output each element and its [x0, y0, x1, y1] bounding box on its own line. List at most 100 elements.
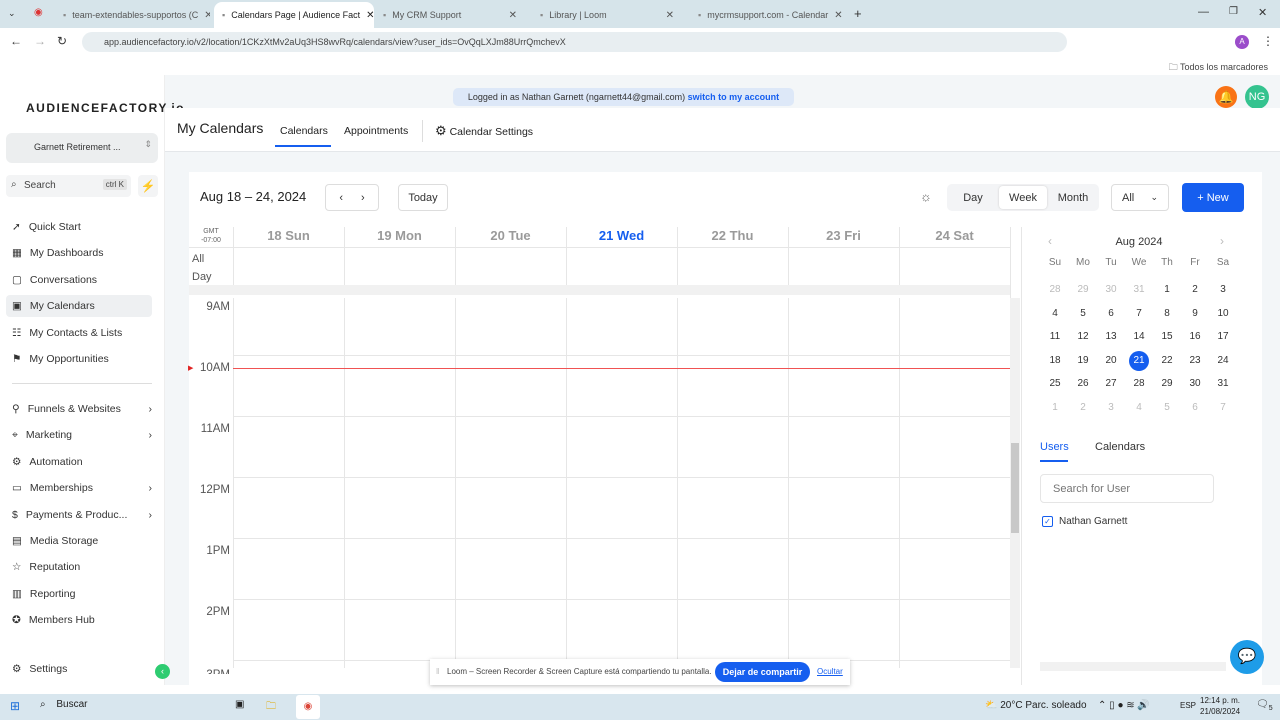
view-day[interactable]: Day — [947, 184, 999, 211]
mini-day[interactable]: 19 — [1071, 351, 1095, 371]
tab-appointments[interactable]: Appointments — [344, 125, 408, 137]
mini-day[interactable]: 30 — [1183, 374, 1207, 394]
new-button[interactable]: + New — [1182, 183, 1244, 212]
sidebar-item-media-storage[interactable]: ▤ Media Storage — [10, 530, 152, 552]
back-icon[interactable]: ← — [10, 34, 22, 48]
mini-day[interactable]: 31 — [1211, 374, 1235, 394]
theme-toggle-sun-icon[interactable]: ☼ — [920, 189, 932, 204]
maximize-button[interactable]: ❐ — [1229, 6, 1238, 17]
sidebar-item-reporting[interactable]: ▥ Reporting — [10, 583, 152, 605]
panel-tab-users[interactable]: Users — [1040, 441, 1069, 453]
tab-close-icon[interactable]: ✕ — [366, 10, 374, 21]
mini-day[interactable]: 30 — [1099, 280, 1123, 300]
mini-day[interactable]: 11 — [1043, 327, 1067, 347]
sidebar-item-reputation[interactable]: ☆ Reputation — [10, 556, 152, 578]
horizontal-scrollbar[interactable] — [189, 285, 1010, 295]
notifications-icon[interactable]: 🗨5 — [1256, 699, 1273, 712]
mini-day[interactable]: 3 — [1099, 398, 1123, 418]
mini-day[interactable]: 14 — [1127, 327, 1151, 347]
mini-day[interactable]: 27 — [1099, 374, 1123, 394]
weather-widget[interactable]: ⛅ 20°C Parc. soleado — [985, 700, 1087, 711]
mini-day[interactable]: 17 — [1211, 327, 1235, 347]
day-header[interactable]: 20 Tue — [455, 228, 566, 248]
day-header[interactable]: 23 Fri — [788, 228, 899, 248]
browser-tab[interactable]: ▪ Library | Loom ✕ — [532, 4, 682, 26]
mini-day[interactable]: 28 — [1127, 374, 1151, 394]
vertical-scrollbar[interactable] — [1010, 298, 1020, 668]
sidebar-item-my-calendars[interactable]: ▣ My Calendars — [6, 295, 152, 318]
mini-prev-button[interactable]: ‹ — [1048, 234, 1052, 248]
sidebar-item-my-opportunities[interactable]: ⚑ My Opportunities — [10, 348, 152, 370]
tab-calendar-settings[interactable]: ⚙ Calendar Settings — [435, 123, 533, 139]
mini-day[interactable]: 18 — [1043, 351, 1067, 371]
drag-handle-icon[interactable]: ‖ — [436, 667, 439, 676]
sidebar-item-my-contacts-lists[interactable]: ☷ My Contacts & Lists — [10, 322, 152, 344]
browser-tab[interactable]: ▪ Calendars Page | Audience Fact ✕ — [214, 2, 374, 28]
mini-day[interactable]: 20 — [1099, 351, 1123, 371]
mini-day[interactable]: 13 — [1099, 327, 1123, 347]
collapse-sidebar-button[interactable]: ‹ — [155, 664, 170, 679]
mini-day[interactable]: 29 — [1155, 374, 1179, 394]
tab-close-icon[interactable]: ✕ — [666, 10, 674, 21]
menu-icon[interactable]: ⋮ — [1262, 34, 1274, 48]
search-button[interactable]: ⌕ Search ctrl K — [6, 175, 131, 197]
record-icon[interactable]: ◉ — [34, 7, 43, 18]
mini-day[interactable]: 7 — [1127, 304, 1151, 324]
mini-day[interactable]: 16 — [1183, 327, 1207, 347]
mini-day[interactable]: 24 — [1211, 351, 1235, 371]
tab-close-icon[interactable]: ✕ — [204, 10, 210, 21]
mini-day[interactable]: 22 — [1155, 351, 1179, 371]
reload-icon[interactable]: ↻ — [57, 34, 67, 48]
url-field[interactable]: app.audiencefactory.io/v2/location/1CKzX… — [82, 32, 1067, 52]
view-week[interactable]: Week — [999, 186, 1047, 209]
tray-icons[interactable]: ⌃ ▯ ● ≋ 🔊 — [1098, 700, 1150, 711]
profile-avatar[interactable]: A — [1235, 35, 1249, 49]
task-view-icon[interactable]: ▣ — [235, 699, 244, 710]
browser-tab[interactable]: ▪ mycrmsupport.com - Calendar ✕ — [690, 4, 850, 26]
new-tab-button[interactable]: + — [854, 6, 862, 21]
mini-day-today[interactable]: 21 — [1129, 350, 1149, 371]
support-chat-icon[interactable]: 💬 — [1230, 640, 1264, 674]
file-explorer-icon[interactable]: 🗀 — [266, 699, 276, 716]
browser-tab[interactable]: ▪ team-extendables-supportos (C ✕ — [55, 4, 210, 26]
language-indicator[interactable]: ESP — [1180, 701, 1196, 710]
mini-day[interactable]: 5 — [1071, 304, 1095, 324]
sidebar-item-funnels-websites[interactable]: ⚲ Funnels & Websites › — [10, 398, 152, 420]
filter-dropdown[interactable]: All ⌄ — [1111, 184, 1169, 211]
hide-link[interactable]: Ocultar — [817, 667, 843, 676]
browser-tab[interactable]: ▪ My CRM Support ✕ — [375, 4, 525, 26]
mini-day[interactable]: 3 — [1211, 280, 1235, 300]
panel-tab-calendars[interactable]: Calendars — [1095, 441, 1145, 453]
tab-search-icon[interactable]: ⌄ — [8, 8, 16, 19]
mini-day[interactable]: 6 — [1183, 398, 1207, 418]
mini-day[interactable]: 8 — [1155, 304, 1179, 324]
mini-day[interactable]: 2 — [1183, 280, 1207, 300]
sidebar-item-quick-start[interactable]: ➚ Quick Start — [10, 216, 152, 238]
prev-button[interactable]: ‹ — [339, 192, 343, 204]
mini-day[interactable]: 5 — [1155, 398, 1179, 418]
all-bookmarks[interactable]: 🗀 Todos los marcadores — [1169, 60, 1268, 76]
mini-next-button[interactable]: › — [1220, 234, 1224, 248]
mini-day[interactable]: 6 — [1099, 304, 1123, 324]
taskbar-search[interactable]: ⌕ Buscar — [40, 699, 88, 710]
notification-bell-icon[interactable]: 🔔 — [1215, 86, 1237, 108]
mini-day[interactable]: 1 — [1043, 398, 1067, 418]
day-header[interactable]: 24 Sat — [899, 228, 1010, 248]
sidebar-item-settings[interactable]: ⚙ Settings — [10, 658, 152, 680]
tab-close-icon[interactable]: ✕ — [509, 10, 517, 21]
day-header[interactable]: 18 Sun — [233, 228, 344, 248]
mini-day[interactable]: 2 — [1071, 398, 1095, 418]
minimize-button[interactable]: — — [1198, 6, 1209, 18]
user-search-input[interactable] — [1040, 474, 1214, 503]
account-switcher[interactable]: Garnett Retirement ... ⇕ — [6, 133, 158, 163]
forward-icon[interactable]: → — [34, 34, 46, 48]
mini-day[interactable]: 7 — [1211, 398, 1235, 418]
user-list-item[interactable]: ✓ Nathan Garnett — [1042, 516, 1127, 527]
sidebar-item-members-hub[interactable]: ✪ Members Hub — [10, 609, 152, 631]
mini-day[interactable]: 25 — [1043, 374, 1067, 394]
stop-sharing-button[interactable]: Dejar de compartir — [715, 662, 810, 682]
panel-horizontal-scrollbar[interactable] — [1040, 662, 1226, 671]
sidebar-item-memberships[interactable]: ▭ Memberships › — [10, 477, 152, 499]
day-header[interactable]: 19 Mon — [344, 228, 455, 248]
mini-day[interactable]: 4 — [1127, 398, 1151, 418]
